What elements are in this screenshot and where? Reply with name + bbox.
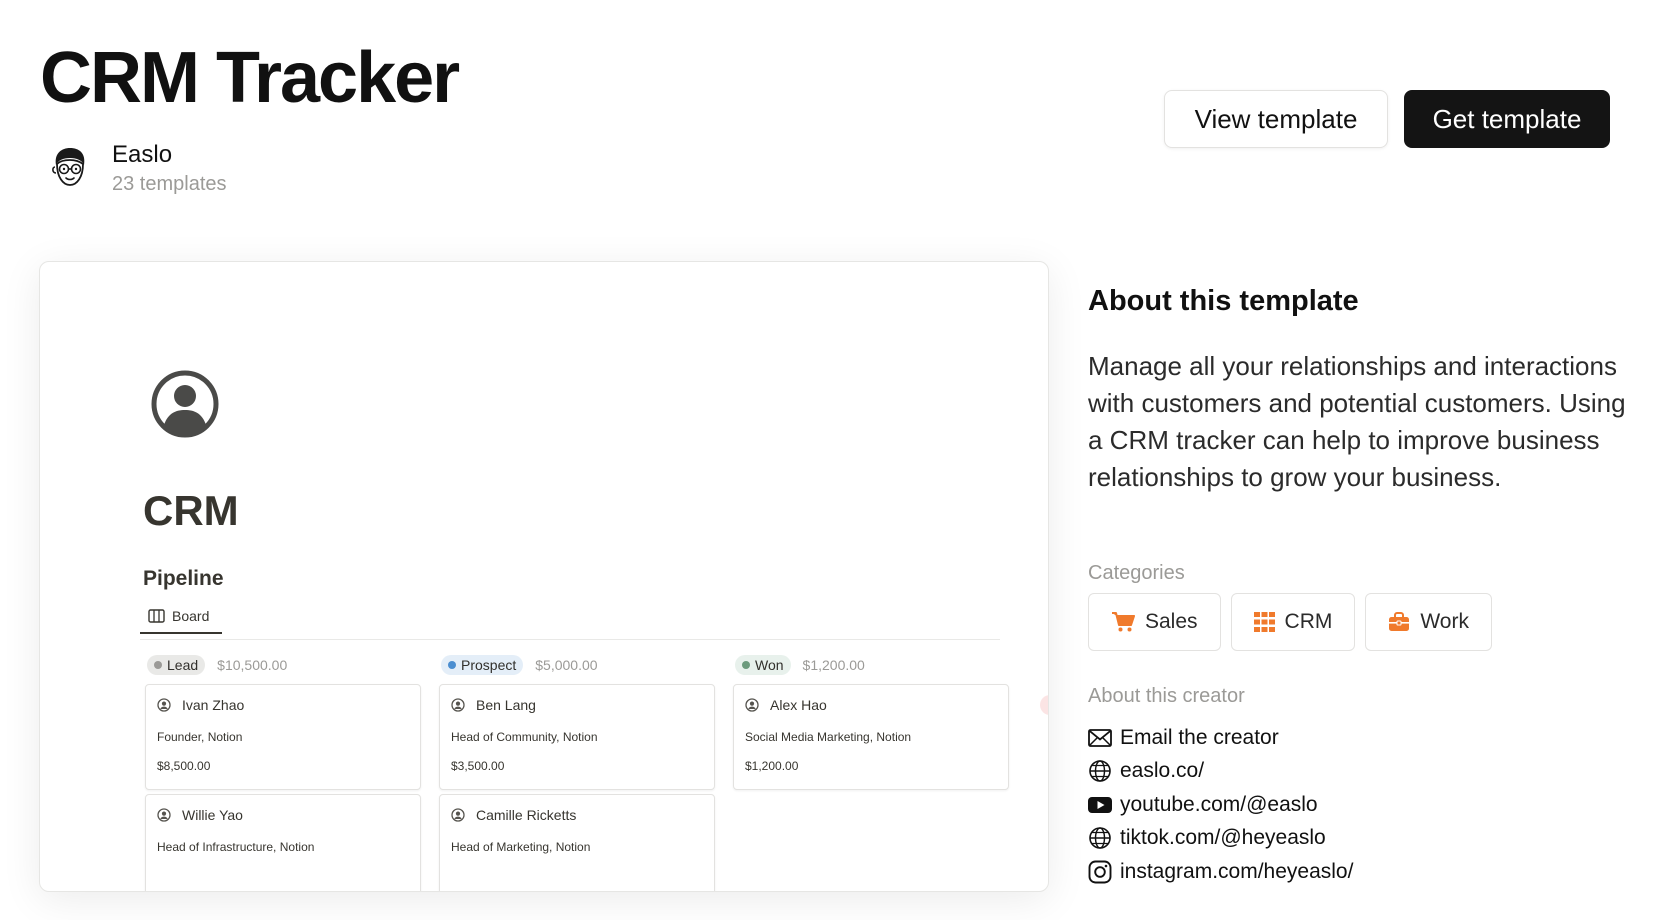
email-creator-link[interactable]: Email the creator: [1088, 721, 1353, 755]
cart-icon: [1112, 612, 1135, 632]
card-amount: $8,500.00: [157, 759, 211, 773]
status-badge: Won: [735, 655, 791, 675]
status-label: Lead: [167, 657, 199, 673]
instagram-icon: [1088, 860, 1112, 884]
status-badge: Prospect: [441, 655, 524, 675]
card-role: Head of Community, Notion: [451, 730, 598, 744]
category-label: Work: [1420, 610, 1469, 633]
link-label: youtube.com/@easlo: [1120, 792, 1318, 816]
board-column-won: Won $1,200.00 Alex Hao Social Media Mark…: [733, 654, 1009, 790]
creator-template-count: 23 templates: [112, 173, 227, 195]
pipeline-heading: Pipeline: [143, 567, 224, 590]
card-role: Social Media Marketing, Notion: [745, 730, 912, 744]
status-badge: Lead: [147, 655, 206, 675]
board-card[interactable]: Ivan Zhao Founder, Notion $8,500.00: [145, 684, 421, 790]
category-label: Sales: [1145, 610, 1198, 633]
card-role: Founder, Notion: [157, 730, 243, 744]
person-icon: [157, 808, 171, 822]
board-card[interactable]: Alex Hao Social Media Marketing, Notion …: [733, 684, 1009, 790]
categories-label: Categories: [1088, 562, 1185, 584]
instagram-link[interactable]: instagram.com/heyeaslo/: [1088, 855, 1353, 889]
preview-page-title: CRM: [143, 487, 239, 534]
creator-name[interactable]: Easlo: [112, 140, 227, 170]
creator-info[interactable]: Easlo 23 templates: [46, 140, 227, 196]
card-role: Head of Infrastructure, Notion: [157, 840, 315, 854]
page-title: CRM Tracker: [40, 38, 460, 118]
category-chip-sales[interactable]: Sales: [1088, 593, 1221, 651]
person-icon: [745, 698, 759, 712]
category-chips: Sales CRM Work: [1088, 593, 1502, 651]
column-total: $1,200.00: [802, 657, 865, 673]
get-template-button[interactable]: Get template: [1404, 90, 1610, 148]
about-description: Manage all your relationships and intera…: [1088, 351, 1626, 492]
card-role: Head of Marketing, Notion: [451, 840, 591, 854]
category-chip-crm[interactable]: CRM: [1230, 593, 1356, 651]
person-icon: [451, 698, 465, 712]
status-label: Prospect: [461, 657, 517, 673]
template-preview[interactable]: CRM Pipeline Board Lead $10,500.00 Ivan …: [39, 261, 1049, 892]
board-card[interactable]: Camille Ricketts Head of Marketing, Noti…: [439, 794, 715, 891]
briefcase-icon: [1389, 612, 1410, 631]
category-chip-work[interactable]: Work: [1365, 593, 1492, 651]
board-card[interactable]: Willie Yao Head of Infrastructure, Notio…: [145, 794, 421, 891]
person-icon: [157, 698, 171, 712]
globe-icon: [1089, 760, 1111, 783]
link-label: easlo.co/: [1120, 759, 1205, 783]
grid-icon: [1253, 612, 1275, 632]
tab-divider: [140, 639, 1000, 640]
tab-board-label: Board: [172, 608, 210, 624]
board-card[interactable]: Ben Lang Head of Community, Notion $3,50…: [439, 684, 715, 790]
card-name: Willie Yao: [182, 807, 243, 823]
link-label: tiktok.com/@heyeaslo: [1120, 826, 1326, 850]
youtube-icon: [1088, 796, 1112, 813]
card-name: Ivan Zhao: [182, 697, 245, 713]
hidden-column-badge: [1040, 695, 1048, 715]
user-circle-icon: [151, 370, 219, 438]
person-icon: [451, 808, 465, 822]
card-name: Alex Hao: [770, 697, 827, 713]
globe-icon: [1089, 827, 1111, 850]
creator-links: Email the creator easlo.co/ youtube.com/…: [1088, 721, 1353, 889]
status-label: Won: [755, 657, 784, 673]
website-link[interactable]: easlo.co/: [1088, 755, 1353, 789]
link-label: instagram.com/heyeaslo/: [1120, 859, 1354, 883]
about-creator-label: About this creator: [1088, 685, 1245, 707]
tab-board[interactable]: Board: [140, 600, 222, 634]
board-icon: [148, 609, 165, 623]
youtube-link[interactable]: youtube.com/@easlo: [1088, 788, 1353, 822]
column-total: $10,500.00: [217, 657, 288, 673]
board-column-prospect: Prospect $5,000.00 Ben Lang Head of Comm…: [439, 654, 715, 891]
view-template-button[interactable]: View template: [1164, 90, 1388, 148]
creator-avatar: [52, 148, 85, 186]
card-amount: $3,500.00: [451, 759, 505, 773]
card-name: Camille Ricketts: [476, 807, 577, 823]
mail-icon: [1088, 728, 1112, 747]
category-label: CRM: [1284, 610, 1333, 633]
tiktok-link[interactable]: tiktok.com/@heyeaslo: [1088, 822, 1353, 856]
card-amount: $1,200.00: [745, 759, 799, 773]
link-label: Email the creator: [1120, 725, 1279, 749]
card-name: Ben Lang: [476, 697, 536, 713]
column-total: $5,000.00: [535, 657, 598, 673]
about-heading: About this template: [1088, 285, 1359, 317]
board-column-lead: Lead $10,500.00 Ivan Zhao Founder, Notio…: [145, 654, 421, 891]
